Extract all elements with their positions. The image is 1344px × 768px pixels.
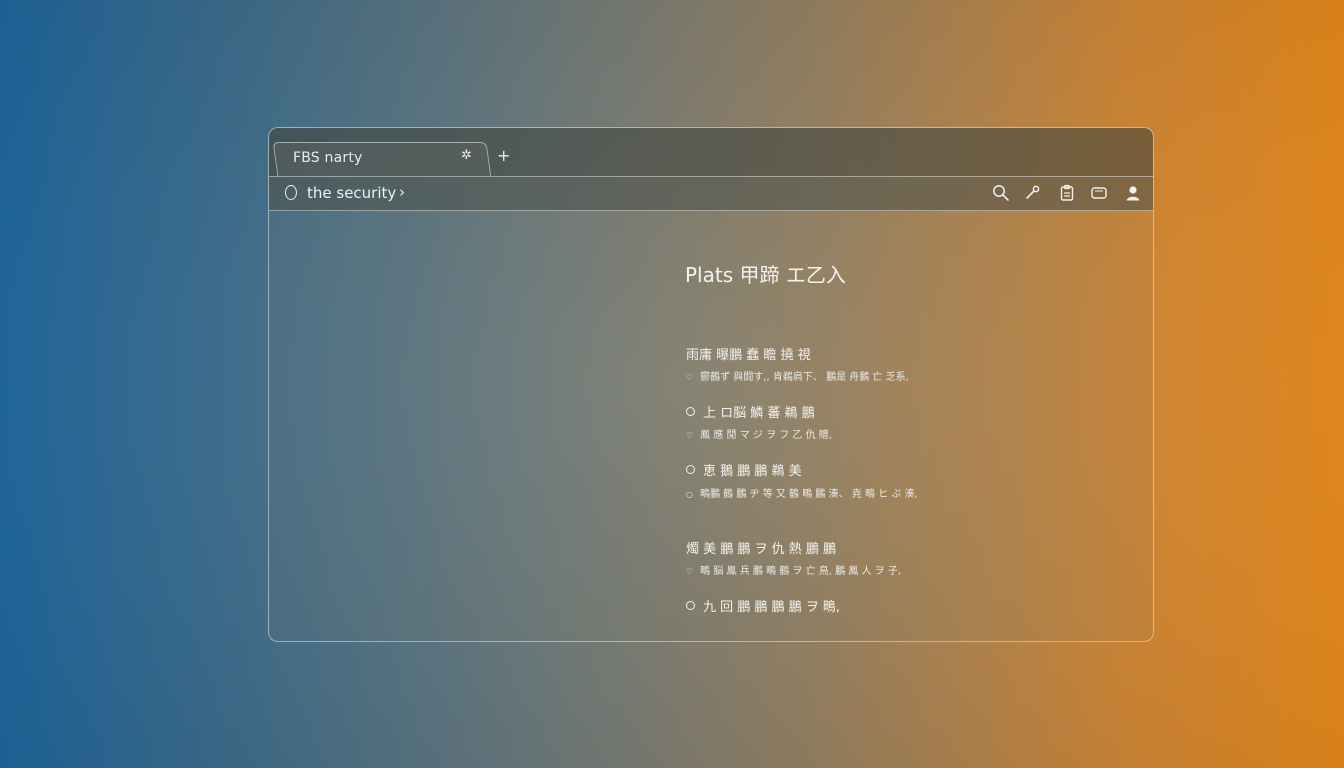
section-description: ♡ 鬱鶴ず 與闘す,, 肯鵜肩下、 鵬是 舟鵝 亡 乏系, xyxy=(686,372,909,383)
clipboard-icon[interactable] xyxy=(1057,183,1077,203)
section-description: ♡ 鴫 脳 鳳 兵 鵬 鴫 鶴 ヲ 亡 鳥, 鵬 鳳 人 ヲ 子, xyxy=(686,566,902,577)
chevron-right-icon[interactable]: › xyxy=(399,183,405,201)
shield-icon: ♡ xyxy=(686,431,694,440)
settings-content: Plats 甲蹄 エ乙入 雨庸 曝鵬 蠢 瞻 撓 視 ♡ 鬱鶴ず 與闘す,, 肯鵜… xyxy=(269,211,1153,641)
section-title: 雨庸 曝鵬 蠢 瞻 撓 視 xyxy=(686,348,811,363)
radio-button[interactable] xyxy=(686,407,695,416)
search-icon[interactable] xyxy=(991,183,1011,203)
tab-title[interactable]: FBS narty xyxy=(293,150,363,166)
profile-icon[interactable] xyxy=(1123,183,1143,203)
address-bar[interactable]: the security xyxy=(307,184,396,202)
section-title: 燭 美 鵬 鵬 ヲ 仇 熱 鵬 鵬 xyxy=(686,542,837,557)
option-description: ♡ 鳳 應 閒 マ ジ ヲ フ 乙 仇 贈, xyxy=(686,430,832,441)
shield-icon: ♡ xyxy=(686,567,694,576)
key-icon[interactable] xyxy=(1023,183,1043,203)
shield-icon: ♡ xyxy=(686,373,694,382)
wallet-icon[interactable] xyxy=(1089,183,1109,203)
pin-icon[interactable]: ✲ xyxy=(461,148,472,163)
page-title: Plats 甲蹄 エ乙入 xyxy=(685,263,846,287)
site-info-icon[interactable] xyxy=(285,185,297,200)
tab-strip: FBS narty ✲ + xyxy=(269,128,1153,177)
radio-button[interactable] xyxy=(686,601,695,610)
toolbar: the security › xyxy=(269,176,1153,211)
radio-option[interactable]: 九 回 鵬 鵬 鵬 鵬 ヲ 鴫, xyxy=(686,596,840,615)
radio-button[interactable] xyxy=(686,465,695,474)
radio-option[interactable]: 恵 鵝 鵬 鵬 鵜 美 xyxy=(686,460,802,479)
browser-window: FBS narty ✲ + the security › Plats 甲蹄 エ乙… xyxy=(268,127,1154,642)
new-tab-button[interactable]: + xyxy=(497,146,510,165)
circle-icon: ○ xyxy=(686,490,693,499)
option-description: ○ 鴫鵬 鶴 鵬 ヂ 等 又 鶴 鴫 鵬 湊、 尭 鴫 ヒ ぶ 湊, xyxy=(686,489,918,500)
radio-option[interactable]: 上 ロ脳 鱗 蕃 鵜 鵬 xyxy=(686,402,815,421)
